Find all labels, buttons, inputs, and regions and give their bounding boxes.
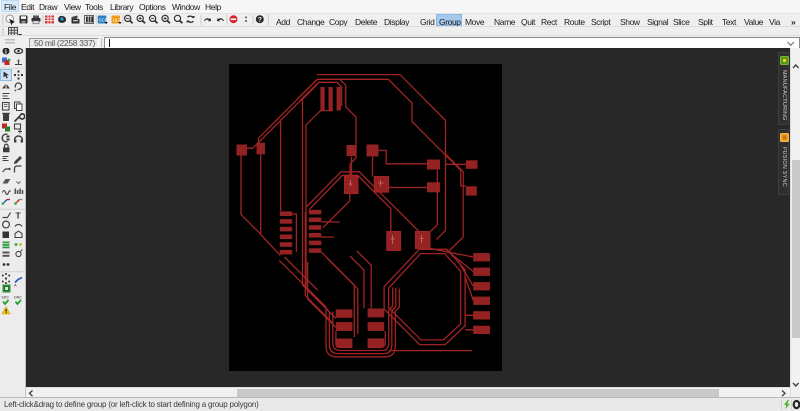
svg-text:T: T <box>16 211 22 221</box>
svg-text:SCR: SCR <box>99 17 109 22</box>
svg-text:A: A <box>14 283 17 288</box>
svg-text:?: ? <box>258 16 262 23</box>
svg-text:ULP: ULP <box>113 17 122 22</box>
svg-text:ERC: ERC <box>2 296 10 300</box>
svg-text:DRC: DRC <box>14 296 22 300</box>
